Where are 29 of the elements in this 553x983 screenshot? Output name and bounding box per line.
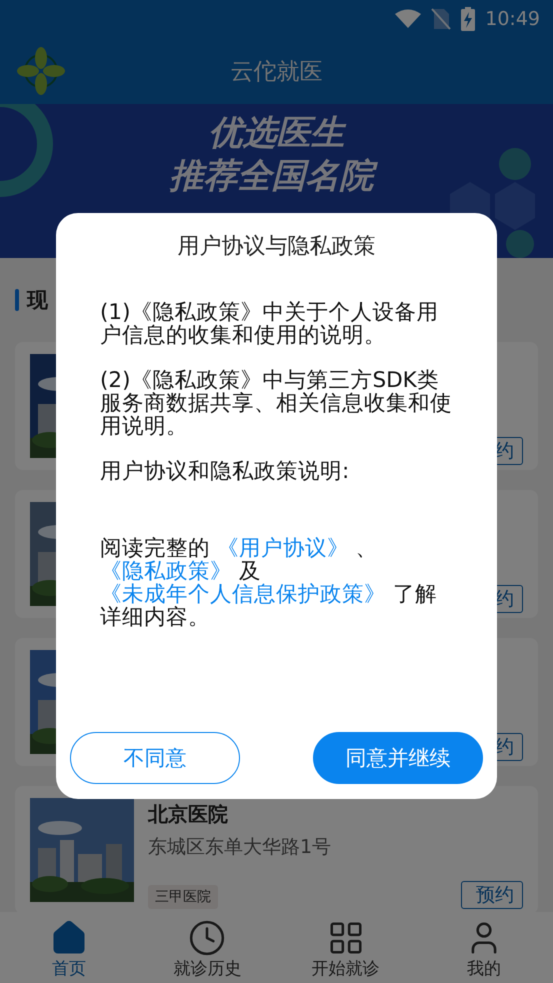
battery-charging-icon	[461, 7, 476, 31]
policy-link[interactable]: 《未成年个人信息保护政策》	[100, 582, 386, 607]
clock-icon	[188, 919, 226, 957]
hospital-card[interactable]: 北京医院 东城区东单大华路1号 三甲医院 预约	[15, 786, 538, 914]
dialog-title: 用户协议与隐私政策	[178, 233, 376, 261]
agree-button[interactable]: 同意并继续	[313, 732, 483, 784]
section-title: 现	[27, 287, 48, 314]
hospital-address: 东城区东单大华路1号	[148, 835, 332, 860]
no-sim-icon	[431, 8, 452, 30]
banner-headline: 优选医生	[208, 112, 348, 154]
app-title: 云佗就医	[230, 58, 324, 86]
banner-subheadline: 推荐全国名院	[162, 154, 382, 197]
wifi-icon	[395, 9, 422, 29]
tab[interactable]: 开始就诊	[276, 912, 415, 983]
tab[interactable]: 我的	[414, 912, 553, 983]
dialog-paragraph: (2)《隐私政策》中与第三方SDK类服务商数据共享、相关信息收集和使用说明。	[100, 369, 453, 438]
disagree-button[interactable]: 不同意	[70, 732, 240, 784]
policy-link[interactable]: 《用户协议》	[216, 536, 349, 561]
hospital-name: 北京医院	[148, 801, 229, 828]
policy-link[interactable]: 《隐私政策》	[100, 559, 232, 584]
dialog-paragraph: 用户协议和隐私政策说明:	[100, 460, 350, 483]
tab[interactable]: 首页	[0, 912, 138, 983]
leaf-logo	[16, 46, 66, 96]
dialog-paragraph: (1)《隐私政策》中关于个人设备用户信息的收集和使用的说明。	[100, 301, 440, 347]
book-button[interactable]: 预约	[461, 881, 523, 909]
clock-time: 10:49	[485, 8, 540, 30]
tab[interactable]: 就诊历史	[138, 912, 276, 983]
dialog-notice: 阅读完整的 《用户协议》 、 《隐私政策》 及 《未成年个人信息保护政策》 了解详细内容。	[100, 537, 438, 629]
hospital-grade-tag: 三甲医院	[148, 885, 218, 909]
